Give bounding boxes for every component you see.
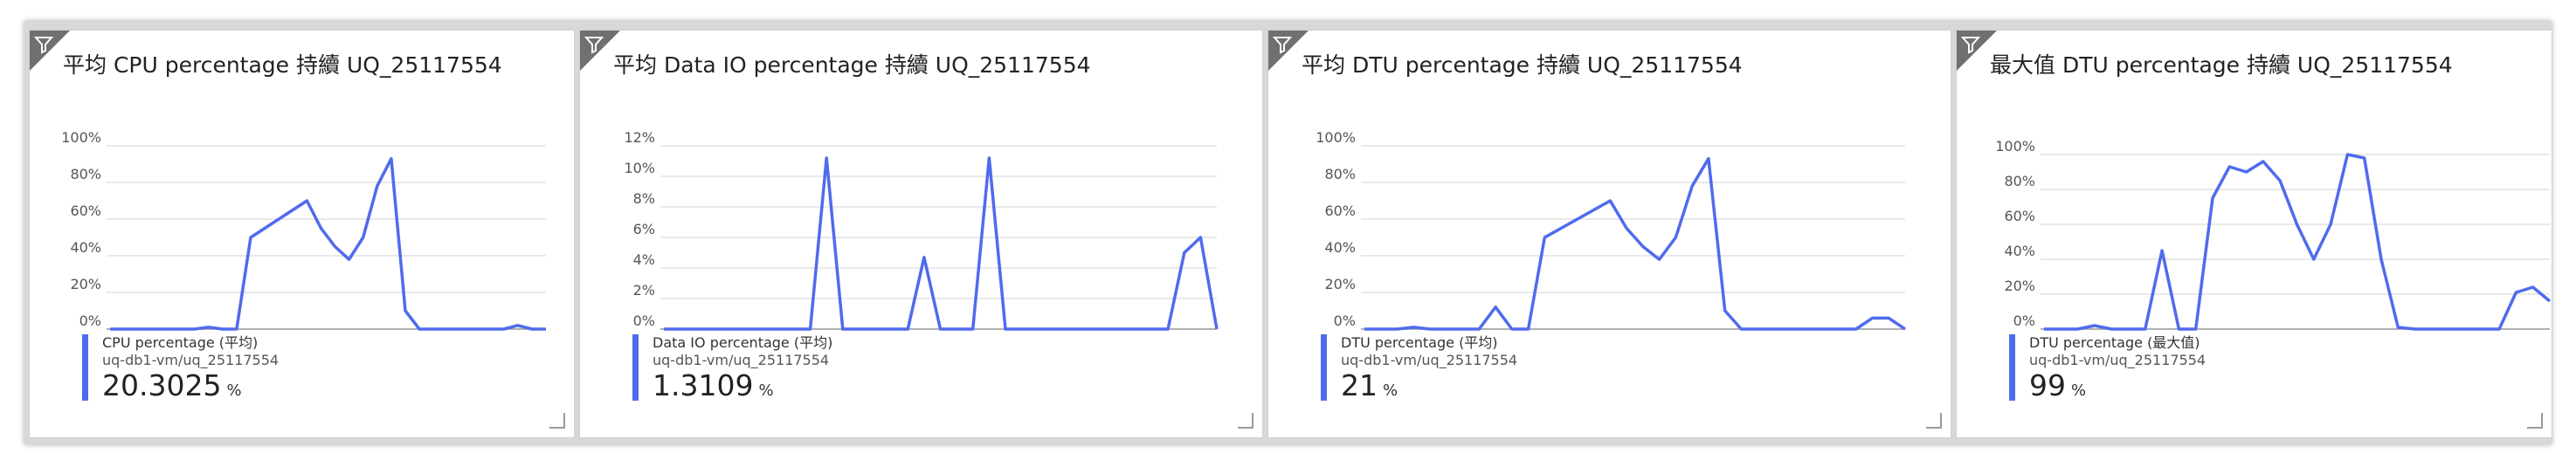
y-tick-label: 60% [1324,203,1356,219]
chart-legend[interactable]: DTU percentage (平均) uq-db1-vm/uq_2511755… [1321,334,1518,402]
y-tick-label: 40% [2004,243,2035,259]
legend-value: 1.3109 [653,368,754,402]
y-tick-label: 60% [2004,208,2035,224]
dashboard: 平均 CPU percentage 持續 UQ_25117554 0% 20% 40… [0,0,2576,467]
y-tick-label: 0% [79,312,101,329]
y-tick-label: 0% [1334,312,1356,329]
y-tick-label: 40% [1324,239,1356,256]
resize-handle[interactable] [1238,413,1253,429]
y-tick-label: 20% [70,276,101,292]
legend-value: 21 [1341,368,1378,402]
y-tick-label: 2% [633,282,655,299]
line-chart: 0%20%40%60%80%100%下午3時下午3:05下午3:10下午3:15… [61,129,546,331]
resize-handle[interactable] [549,413,565,429]
metric-tile-avg-dtu[interactable]: 平均 DTU percentage 持續 UQ_25117554 0% 20% 40… [1267,30,1951,438]
legend-metric-name: DTU percentage (最大值) [2029,334,2200,351]
series-line [2044,153,2552,331]
metric-tile-avg-data-io[interactable]: 平均 Data IO percentage 持續 UQ_25117554 0% 2… [579,30,1263,438]
legend-unit: % [226,381,242,400]
chart-legend[interactable]: DTU percentage (最大值) uq-db1-vm/uq_251175… [2009,334,2207,402]
y-tick-label: 100% [1995,138,2035,155]
y-tick-label: 80% [1324,166,1356,182]
legend-unit: % [758,381,774,400]
y-tick-label: 20% [2004,278,2035,294]
legend-value: 99 [2029,368,2066,402]
y-tick-label: 80% [70,166,101,182]
resize-handle[interactable] [2527,413,2543,429]
chart-legend[interactable]: CPU percentage (平均) uq-db1-vm/uq_2511755… [82,334,280,402]
y-tick-label: 60% [70,203,101,219]
legend-metric-name: CPU percentage (平均) [102,334,259,351]
y-tick-label: 100% [61,129,101,146]
y-tick-label: 100% [1316,129,1356,146]
y-tick-label: 10% [624,160,655,176]
y-tick-label: 8% [633,190,655,207]
series-line [1364,156,1906,331]
legend-metric-name: Data IO percentage (平均) [653,334,833,351]
legend-metric-name: DTU percentage (平均) [1341,334,1498,351]
legend-resource-name: uq-db1-vm/uq_25117554 [1341,352,1518,368]
resize-handle[interactable] [1926,413,1942,429]
metric-tile-avg-cpu[interactable]: 平均 CPU percentage 持續 UQ_25117554 0% 20% 40… [29,30,575,438]
y-tick-label: 4% [633,251,655,268]
line-chart: 0%20%40%60%80%100%下午3時下午3:05下午3:10下午3:15… [1316,129,1906,331]
chart-legend[interactable]: Data IO percentage (平均) uq-db1-vm/uq_251… [632,334,833,402]
y-tick-label: 80% [2004,173,2035,189]
legend-unit: % [1383,381,1398,400]
y-tick-label: 20% [1324,276,1356,292]
legend-resource-name: uq-db1-vm/uq_25117554 [102,352,280,368]
line-chart: 0%2%4%6%8%10%12%下午3時下午3:05下午3:10下午3:15下午… [624,129,1219,331]
legend-value: 20.3025 [102,368,222,402]
y-tick-label: 12% [624,129,655,146]
y-tick-label: 0% [633,312,655,329]
legend-unit: % [2071,381,2087,400]
series-line [110,156,546,331]
y-tick-label: 0% [2013,312,2035,329]
y-tick-label: 40% [70,239,101,256]
line-chart: 0%20%40%60%80%100%下午3時下午3:05下午3:10下午3:15… [1995,138,2552,331]
metric-tile-max-dtu[interactable]: 最大值 DTU percentage 持續 UQ_25117554 0% 20% 4… [1956,30,2552,438]
legend-resource-name: uq-db1-vm/uq_25117554 [653,352,830,368]
y-tick-label: 6% [633,221,655,237]
series-line [664,156,1219,331]
legend-resource-name: uq-db1-vm/uq_25117554 [2029,352,2207,368]
